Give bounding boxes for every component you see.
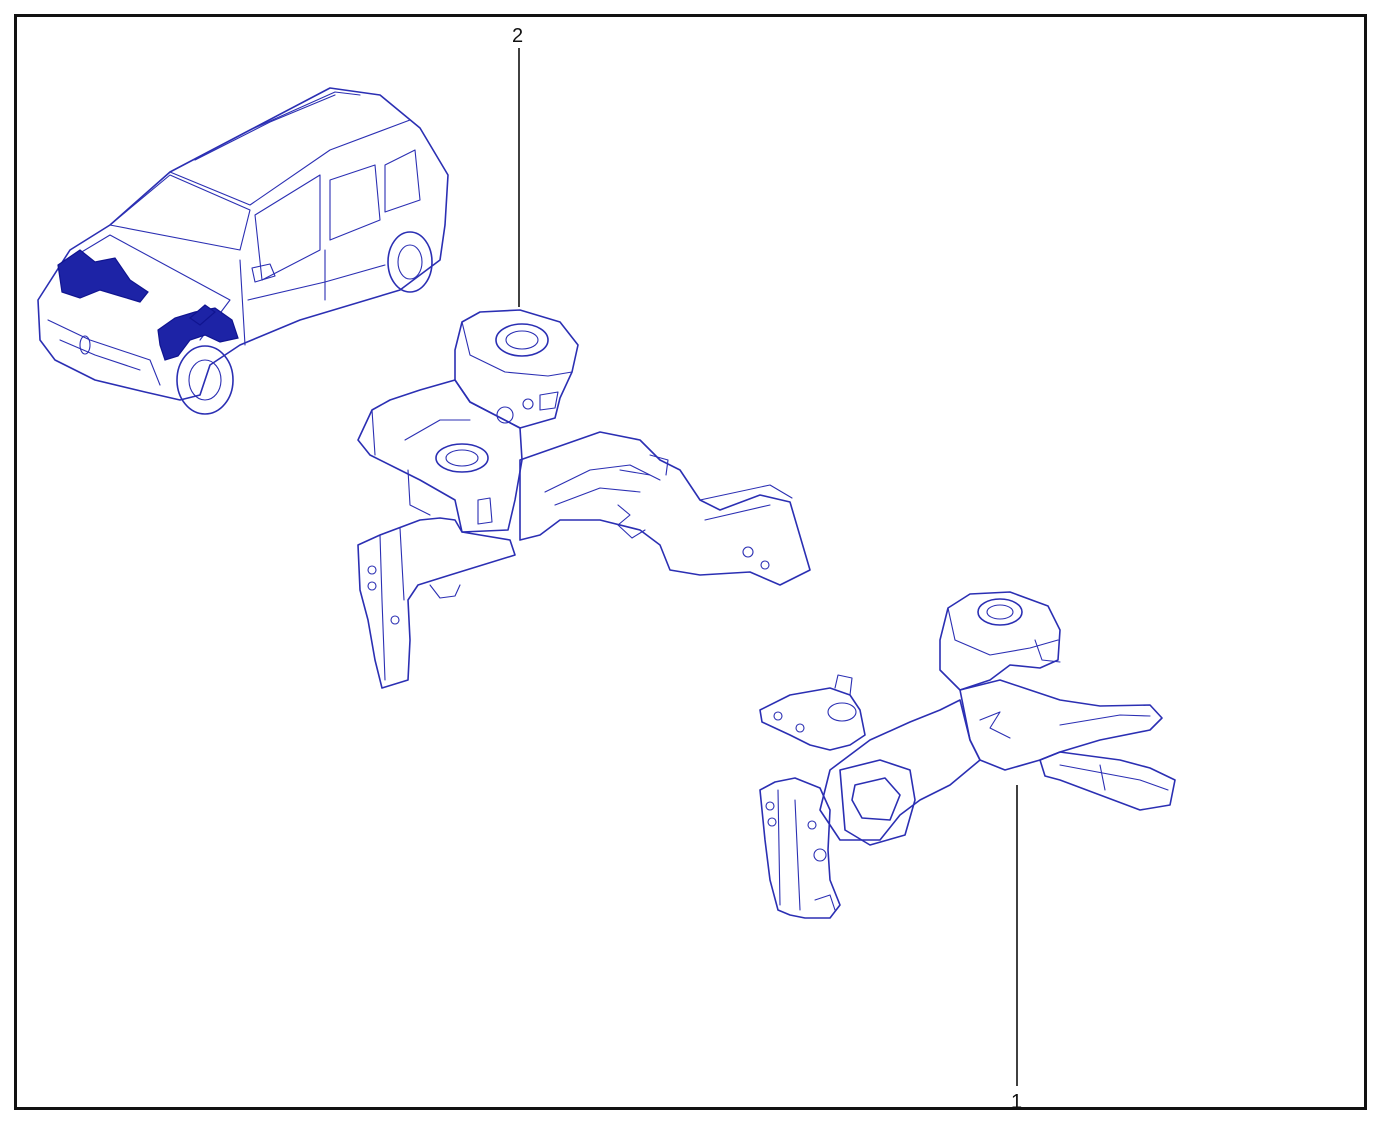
part-1-front-side-member	[759, 591, 1176, 919]
reference-car	[37, 87, 449, 415]
parts-diagram	[37, 48, 1176, 1086]
callout-1: 1	[1011, 1091, 1023, 1113]
part-2-front-side-member	[357, 309, 811, 689]
callout-2: 2	[512, 25, 524, 47]
